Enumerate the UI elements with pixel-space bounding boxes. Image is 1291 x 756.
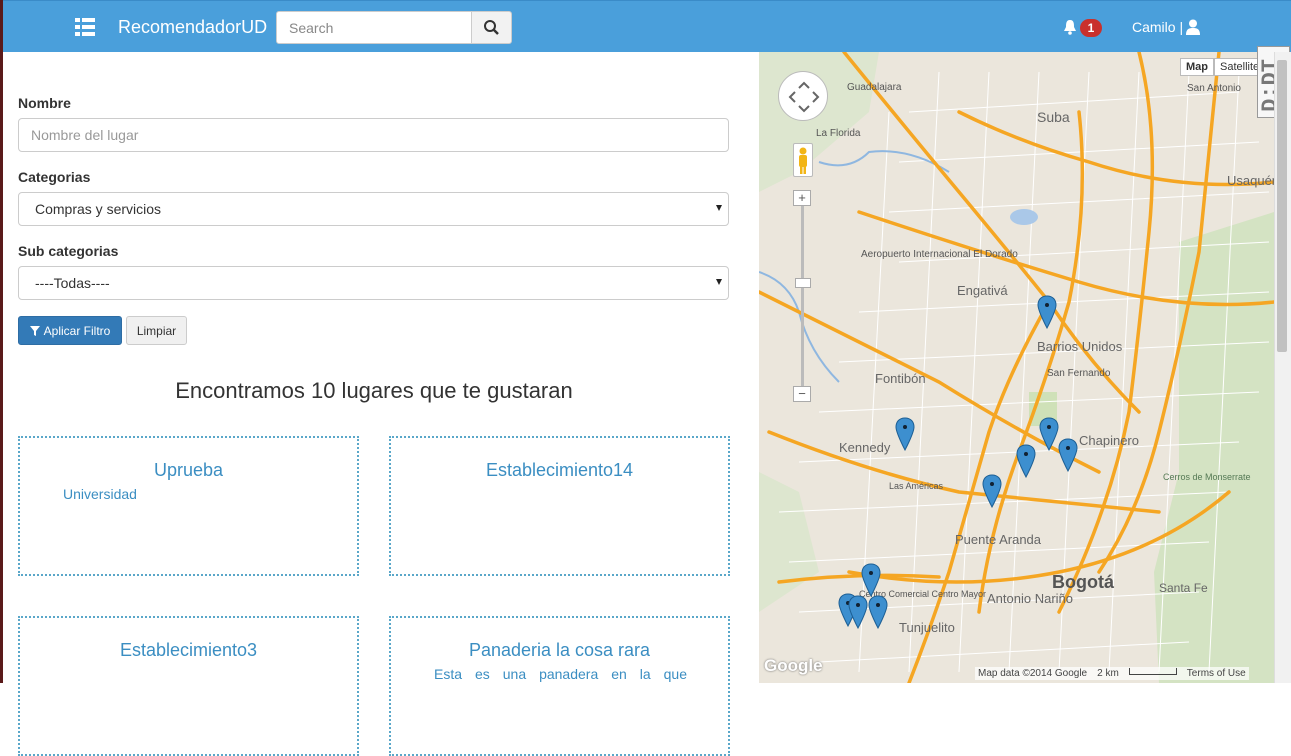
map-label: Cerros de Monserrate <box>1163 472 1251 482</box>
apply-filter-button[interactable]: Aplicar Filtro <box>18 316 122 345</box>
map-marker[interactable] <box>861 563 881 597</box>
zoom-slider-handle[interactable] <box>795 278 811 288</box>
place-card[interactable]: Uprueba Universidad <box>18 436 359 576</box>
search-button[interactable] <box>471 11 512 44</box>
place-description: Esta es una panadera en la que <box>434 666 687 682</box>
map-data-text: Map data ©2014 Google <box>978 668 1088 679</box>
map-label: Engativá <box>957 283 1008 298</box>
filter-icon <box>29 325 40 336</box>
map-label: Tunjuelito <box>899 620 955 635</box>
map-marker[interactable] <box>1058 438 1078 472</box>
notification-badge[interactable]: 1 <box>1080 19 1102 37</box>
map-marker[interactable] <box>982 474 1002 508</box>
user-icon[interactable] <box>1186 19 1200 35</box>
caret-down-icon <box>716 279 722 285</box>
category-label: Categorias <box>18 169 91 185</box>
place-category: Universidad <box>63 486 137 502</box>
map-marker[interactable] <box>1039 417 1059 451</box>
brand-link[interactable]: RecomendadorUD <box>118 17 267 38</box>
terms-link[interactable]: Terms of Use <box>1187 668 1246 679</box>
map-label: Aeropuerto Internacional El Dorado <box>861 249 1018 260</box>
map-canvas[interactable]: Guadalajara Suba San Antonio La Florida … <box>759 52 1274 683</box>
pan-arrows-icon <box>788 81 820 113</box>
street-view-pegman[interactable] <box>793 143 813 177</box>
place-card[interactable]: Establecimiento3 <box>18 616 359 756</box>
map-label: Barrios Unidos <box>1037 339 1123 354</box>
map-marker[interactable] <box>868 595 888 629</box>
map-marker[interactable] <box>848 595 868 629</box>
name-input[interactable] <box>18 118 729 152</box>
filter-panel: Nombre Categorias Compras y servicios Su… <box>3 52 759 756</box>
map-label: Fontibón <box>875 371 926 386</box>
map-type-map[interactable]: Map <box>1180 58 1214 76</box>
map-label: Santa Fe <box>1159 581 1208 595</box>
subcategory-label: Sub categorias <box>18 243 119 259</box>
map-marker[interactable] <box>1016 444 1036 478</box>
pegman-icon <box>799 147 807 174</box>
results-heading: Encontramos 10 lugares que te gustaran <box>175 378 573 403</box>
map-label: Guadalajara <box>847 82 902 93</box>
map-label: Suba <box>1037 109 1070 125</box>
map-label: La Florida <box>816 128 861 139</box>
map[interactable]: Guadalajara Suba San Antonio La Florida … <box>759 52 1274 683</box>
place-title[interactable]: Uprueba <box>20 460 357 481</box>
clear-button[interactable]: Limpiar <box>126 316 187 345</box>
scale-label: 2 km <box>1097 668 1119 679</box>
map-pan-control[interactable] <box>778 71 828 121</box>
subcategory-select-value: ----Todas---- <box>35 275 110 291</box>
user-menu[interactable]: Camilo | <box>1132 19 1183 35</box>
place-card[interactable]: Establecimiento14 <box>389 436 730 576</box>
category-select-value: Compras y servicios <box>35 201 162 217</box>
map-label: Usaquén <box>1227 173 1274 188</box>
map-label: Kennedy <box>839 440 891 455</box>
place-card[interactable]: Panaderia la cosa rara Esta es una panad… <box>389 616 730 756</box>
map-marker[interactable] <box>895 417 915 451</box>
place-title[interactable]: Establecimiento14 <box>391 460 728 481</box>
scrollbar-thumb[interactable] <box>1277 60 1287 352</box>
map-label: Chapinero <box>1079 433 1139 448</box>
map-label: San Antonio <box>1187 83 1241 94</box>
menu-list-icon[interactable] <box>75 18 95 36</box>
map-label: San Fernando <box>1047 368 1111 379</box>
zoom-out-button[interactable]: − <box>793 386 811 402</box>
map-attribution: Map data ©2014 Google 2 km Terms of Use <box>975 667 1249 680</box>
zoom-track[interactable] <box>801 195 804 395</box>
search-icon <box>484 20 499 35</box>
zoom-in-button[interactable]: + <box>793 190 811 206</box>
map-label: Bogotá <box>1052 572 1115 592</box>
google-logo[interactable]: Google <box>764 656 823 676</box>
place-title[interactable]: Panaderia la cosa rara <box>391 640 728 661</box>
category-select[interactable]: Compras y servicios <box>18 192 729 226</box>
caret-down-icon <box>716 205 722 211</box>
scale-bar <box>1128 668 1177 675</box>
map-label: Las Américas <box>889 481 944 491</box>
bell-icon[interactable] <box>1063 19 1077 35</box>
map-label: Puente Aranda <box>955 532 1042 547</box>
map-label: Antonio Nariño <box>987 591 1073 606</box>
subcategory-select[interactable]: ----Todas---- <box>18 266 729 300</box>
apply-filter-label: Aplicar Filtro <box>43 323 111 338</box>
navbar: RecomendadorUD 1 Camilo | <box>3 0 1291 52</box>
map-marker[interactable] <box>1037 295 1057 329</box>
map-type-control: Map Satellite <box>1180 58 1266 76</box>
place-title[interactable]: Establecimiento3 <box>20 640 357 661</box>
search-input[interactable] <box>276 11 472 44</box>
name-label: Nombre <box>18 95 71 111</box>
